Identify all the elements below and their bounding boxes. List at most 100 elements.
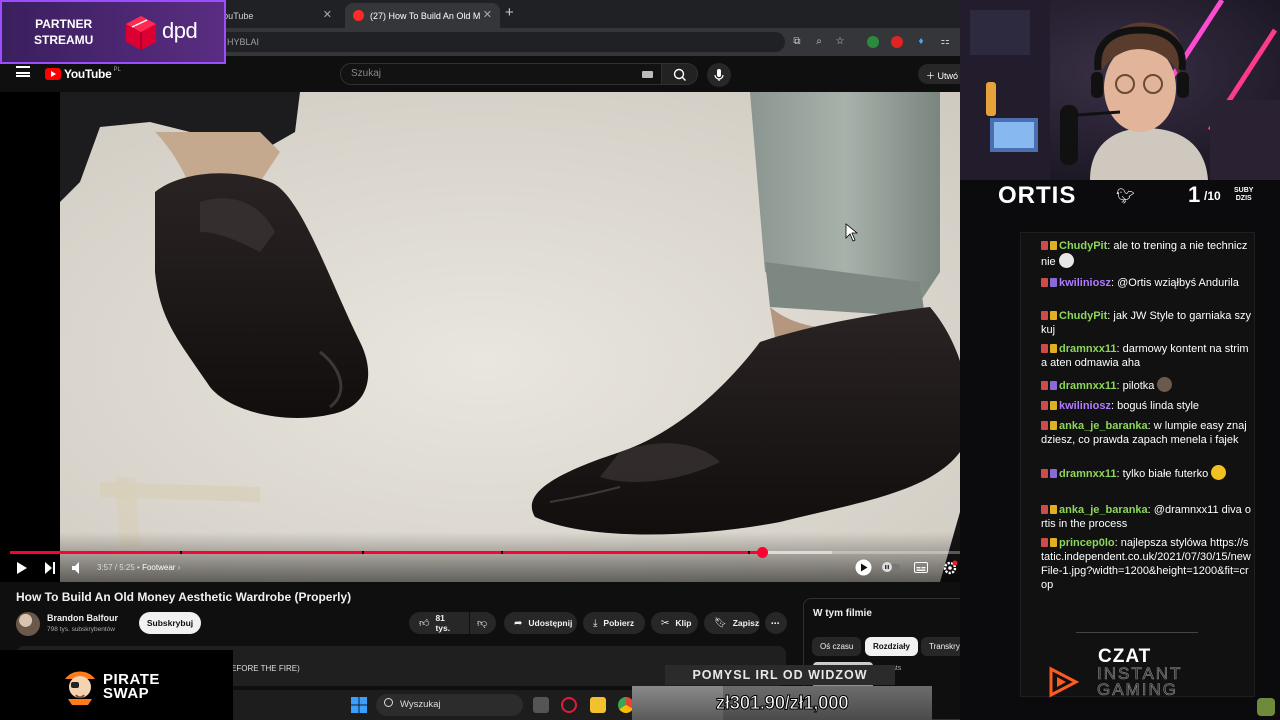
chat-message: dramnxx11: pilotka: [1041, 377, 1251, 393]
channel-name[interactable]: Brandon Balfour: [47, 613, 118, 623]
chat-username[interactable]: kwiliniosz: [1059, 400, 1111, 412]
extension-red-icon[interactable]: [891, 36, 903, 48]
youtube-logo[interactable]: YouTube PL: [45, 67, 121, 81]
chat-text: boguś linda style: [1117, 400, 1200, 412]
chat-username[interactable]: anka_je_baranka: [1059, 504, 1148, 516]
voice-search-button[interactable]: [707, 63, 731, 87]
close-icon[interactable]: ✕: [483, 8, 492, 21]
pirateswap-line-2: SWAP: [103, 685, 150, 702]
download-button[interactable]: ⤓ Pobierz: [583, 612, 645, 634]
extensions-puzzle-icon[interactable]: ⚏: [939, 36, 951, 48]
keyboard-icon[interactable]: [642, 71, 653, 78]
chevron-right-icon[interactable]: ›: [178, 563, 181, 572]
close-icon[interactable]: ✕: [323, 8, 332, 21]
save-button[interactable]: 🔖︎ Zapisz: [704, 612, 760, 634]
chat-message: princep0lo: najlepsza stylówa https://st…: [1041, 536, 1251, 592]
download-icon: ⤓: [593, 617, 598, 629]
subs-goal: /10: [1204, 189, 1221, 203]
subscribe-button[interactable]: Subskrybuj: [139, 612, 201, 634]
chat-separator: :: [1147, 420, 1154, 432]
chapter-title[interactable]: Footwear: [142, 563, 175, 572]
chat-text: tylko białe futerko: [1122, 468, 1209, 480]
chat-badge-icon: [1050, 278, 1057, 287]
donation-goal-text: zł301.90/zł1,000: [715, 693, 849, 715]
new-tab-icon[interactable]: +: [505, 4, 514, 21]
app-icon[interactable]: [1257, 698, 1275, 716]
subs-label-line-1: SUBY: [1234, 187, 1254, 194]
url-field[interactable]: HYBLAI: [215, 32, 785, 52]
chat-message: anka_je_baranka: w lumpie easy znajdzies…: [1041, 419, 1251, 447]
subtitles-icon[interactable]: [914, 562, 928, 573]
dpd-logo-text: dpd: [162, 18, 198, 43]
pirate-skull-icon: [65, 671, 95, 705]
taskbar-search[interactable]: Wyszukaj: [376, 694, 523, 716]
menu-hamburger-icon[interactable]: [16, 66, 30, 77]
youtube-play-icon: [45, 68, 61, 80]
volume-icon[interactable]: [72, 562, 84, 574]
clip-button[interactable]: ✂ Klip: [651, 612, 698, 634]
chat-username[interactable]: anka_je_baranka: [1059, 420, 1148, 432]
progress-bar[interactable]: [10, 547, 1000, 558]
play-icon[interactable]: [16, 562, 28, 574]
bookmark-star-icon[interactable]: ☆: [834, 36, 846, 48]
chip-chapters[interactable]: Rozdziały: [865, 637, 918, 656]
search-input[interactable]: Szukaj: [340, 63, 662, 85]
like-button[interactable]: 👍︎ 81 tys.: [409, 612, 469, 634]
in-video-panel-title: W tym filmie: [813, 608, 872, 619]
chat-badge-icon: [1050, 311, 1057, 320]
task-view-icon[interactable]: [533, 697, 549, 713]
chat-text: @Ortis wziąłbyś Andurila: [1117, 277, 1239, 289]
settings-gear-icon[interactable]: [943, 560, 958, 575]
tab-video[interactable]: (27) How To Build An Old Mon ✕: [345, 3, 500, 28]
chat-username[interactable]: dramnxx11: [1059, 343, 1116, 355]
chat-username[interactable]: kwiliniosz: [1059, 277, 1111, 289]
share-button[interactable]: ➦ Udostępnij: [504, 612, 577, 634]
more-actions-button[interactable]: ⋯: [765, 612, 787, 634]
partner-line-1: PARTNER: [35, 17, 93, 31]
install-app-icon[interactable]: ⧉: [791, 36, 803, 48]
chat-message: ChudyPit: jak JW Style to garniaka szyku…: [1041, 309, 1251, 337]
tab-video-label: (27) How To Build An Old Mon: [370, 10, 480, 21]
czat-subtitle-line-2: GAMING: [1097, 680, 1178, 699]
pirateswap-logo-text: PIRATE SWAP: [103, 672, 160, 702]
chat-badge-icon: [1050, 538, 1057, 547]
zoom-icon[interactable]: ⌕: [813, 36, 825, 48]
extension-shield-icon[interactable]: [867, 36, 879, 48]
tab-youtube[interactable]: YouTube ✕: [210, 3, 340, 28]
video-player[interactable]: 3:57 / 5:25 • Footwear ›: [0, 92, 1000, 582]
chat-message: dramnxx11: darmowy kontent na strima ate…: [1041, 342, 1251, 370]
chat-username[interactable]: ChudyPit: [1059, 310, 1107, 322]
video-title: How To Build An Old Money Aesthetic Ward…: [16, 590, 352, 604]
next-icon[interactable]: [44, 562, 56, 574]
file-explorer-icon[interactable]: [590, 697, 606, 713]
channel-avatar[interactable]: [16, 612, 40, 636]
opera-icon[interactable]: [561, 697, 577, 713]
more-dots-icon: ⋯: [771, 617, 780, 628]
windows-start-icon[interactable]: [351, 697, 367, 713]
autoplay-play-icon[interactable]: [855, 559, 872, 576]
extension-gem-icon[interactable]: ♦: [915, 36, 927, 48]
search-icon: [673, 68, 686, 81]
twitter-icon: 🐦︎: [1116, 188, 1136, 205]
subs-label: SUBY DZIS: [1234, 187, 1253, 203]
chat-username[interactable]: dramnxx11: [1059, 468, 1116, 480]
search-button[interactable]: [662, 63, 698, 85]
chat-badge-icon: [1041, 241, 1048, 250]
chat-badge-icon: [1050, 344, 1057, 353]
chat-badge-icon: [1041, 311, 1048, 320]
chat-username[interactable]: princep0lo: [1059, 537, 1115, 549]
chat-separator: :: [1116, 468, 1123, 480]
chat-separator: :: [1116, 343, 1123, 355]
chat-badge-icon: [1041, 538, 1048, 547]
chat-badge-icon: [1041, 381, 1048, 390]
share-arrow-icon: ➦: [514, 617, 523, 629]
autoplay-toggle[interactable]: [882, 562, 900, 572]
dislike-button[interactable]: 👎︎: [470, 612, 496, 634]
chip-timeline[interactable]: Oś czasu: [812, 637, 862, 656]
windows-taskbar: Wyszukaj: [233, 690, 634, 720]
irl-idea-banner: POMYSL IRL OD WIDZOW: [665, 665, 895, 685]
partner-line-2: STREAMU: [34, 33, 94, 47]
chat-username[interactable]: ChudyPit: [1059, 240, 1107, 252]
chat-username[interactable]: dramnxx11: [1059, 380, 1116, 392]
time-display: 3:57 / 5:25 • Footwear ›: [97, 563, 180, 572]
